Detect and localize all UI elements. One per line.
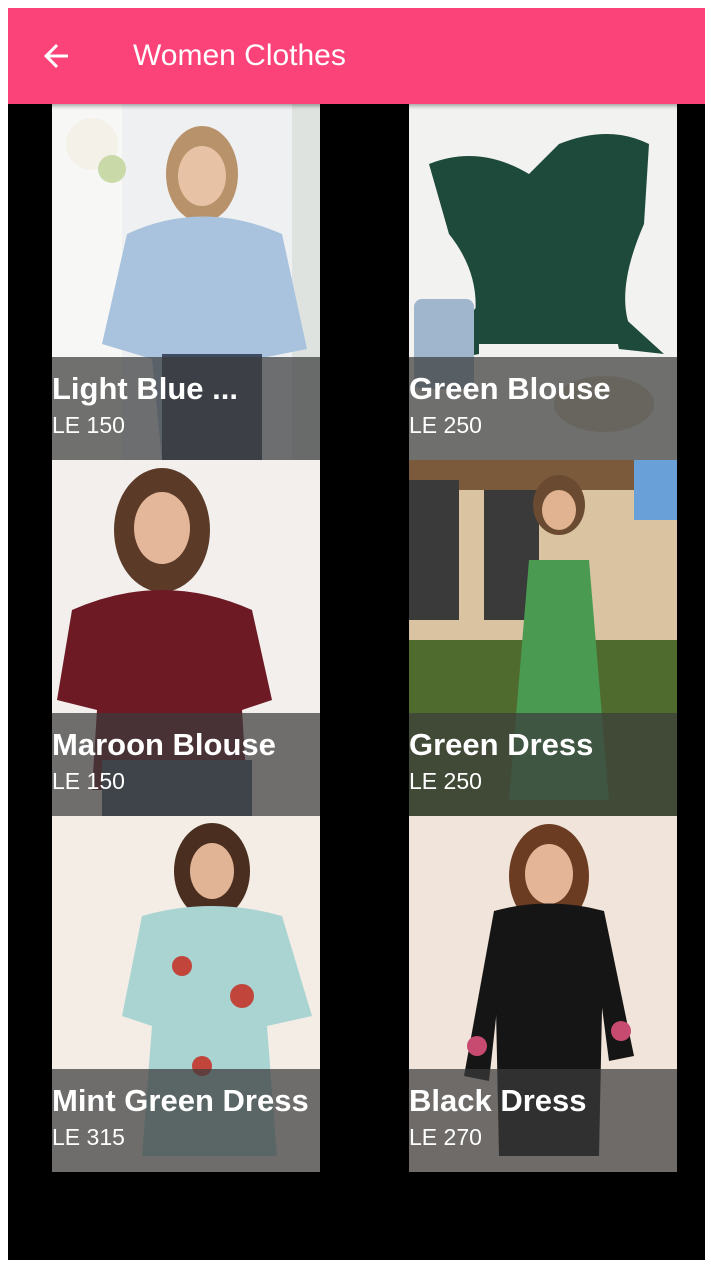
product-caption: Black Dress LE 270 <box>409 1069 677 1172</box>
product-price: LE 150 <box>52 768 125 794</box>
product-tile-light-blue[interactable]: Light Blue ... LE 150 <box>52 104 320 460</box>
product-name: Mint Green Dress <box>52 1083 309 1118</box>
product-tile-mint-green-dress[interactable]: Mint Green Dress LE 315 <box>52 816 320 1172</box>
product-name: Maroon Blouse <box>52 727 276 762</box>
product-caption: Green Dress LE 250 <box>409 713 677 816</box>
product-price: LE 250 <box>409 412 482 438</box>
product-caption: Maroon Blouse LE 150 <box>52 713 320 816</box>
back-button[interactable] <box>38 38 74 74</box>
product-caption: Light Blue ... LE 150 <box>52 357 320 460</box>
page-title: Women Clothes <box>133 39 346 72</box>
product-caption: Green Blouse LE 250 <box>409 357 677 460</box>
product-price: LE 250 <box>409 768 482 794</box>
product-caption: Mint Green Dress LE 315 <box>52 1069 320 1172</box>
product-tile-maroon-blouse[interactable]: Maroon Blouse LE 150 <box>52 460 320 816</box>
product-price: LE 270 <box>409 1124 482 1150</box>
product-name: Green Blouse <box>409 371 611 406</box>
screen: Women Clothes Light Blue ... LE 150 Gree… <box>8 8 705 1260</box>
product-name: Black Dress <box>409 1083 587 1118</box>
product-name: Light Blue ... <box>52 371 238 406</box>
product-tile-green-blouse[interactable]: Green Blouse LE 250 <box>409 104 677 460</box>
product-tile-green-dress[interactable]: Green Dress LE 250 <box>409 460 677 816</box>
arrow-left-icon <box>44 44 68 68</box>
app-bar: Women Clothes <box>8 8 705 104</box>
product-tile-black-dress[interactable]: Black Dress LE 270 <box>409 816 677 1172</box>
product-price: LE 315 <box>52 1124 125 1150</box>
product-name: Green Dress <box>409 727 594 762</box>
product-price: LE 150 <box>52 412 125 438</box>
